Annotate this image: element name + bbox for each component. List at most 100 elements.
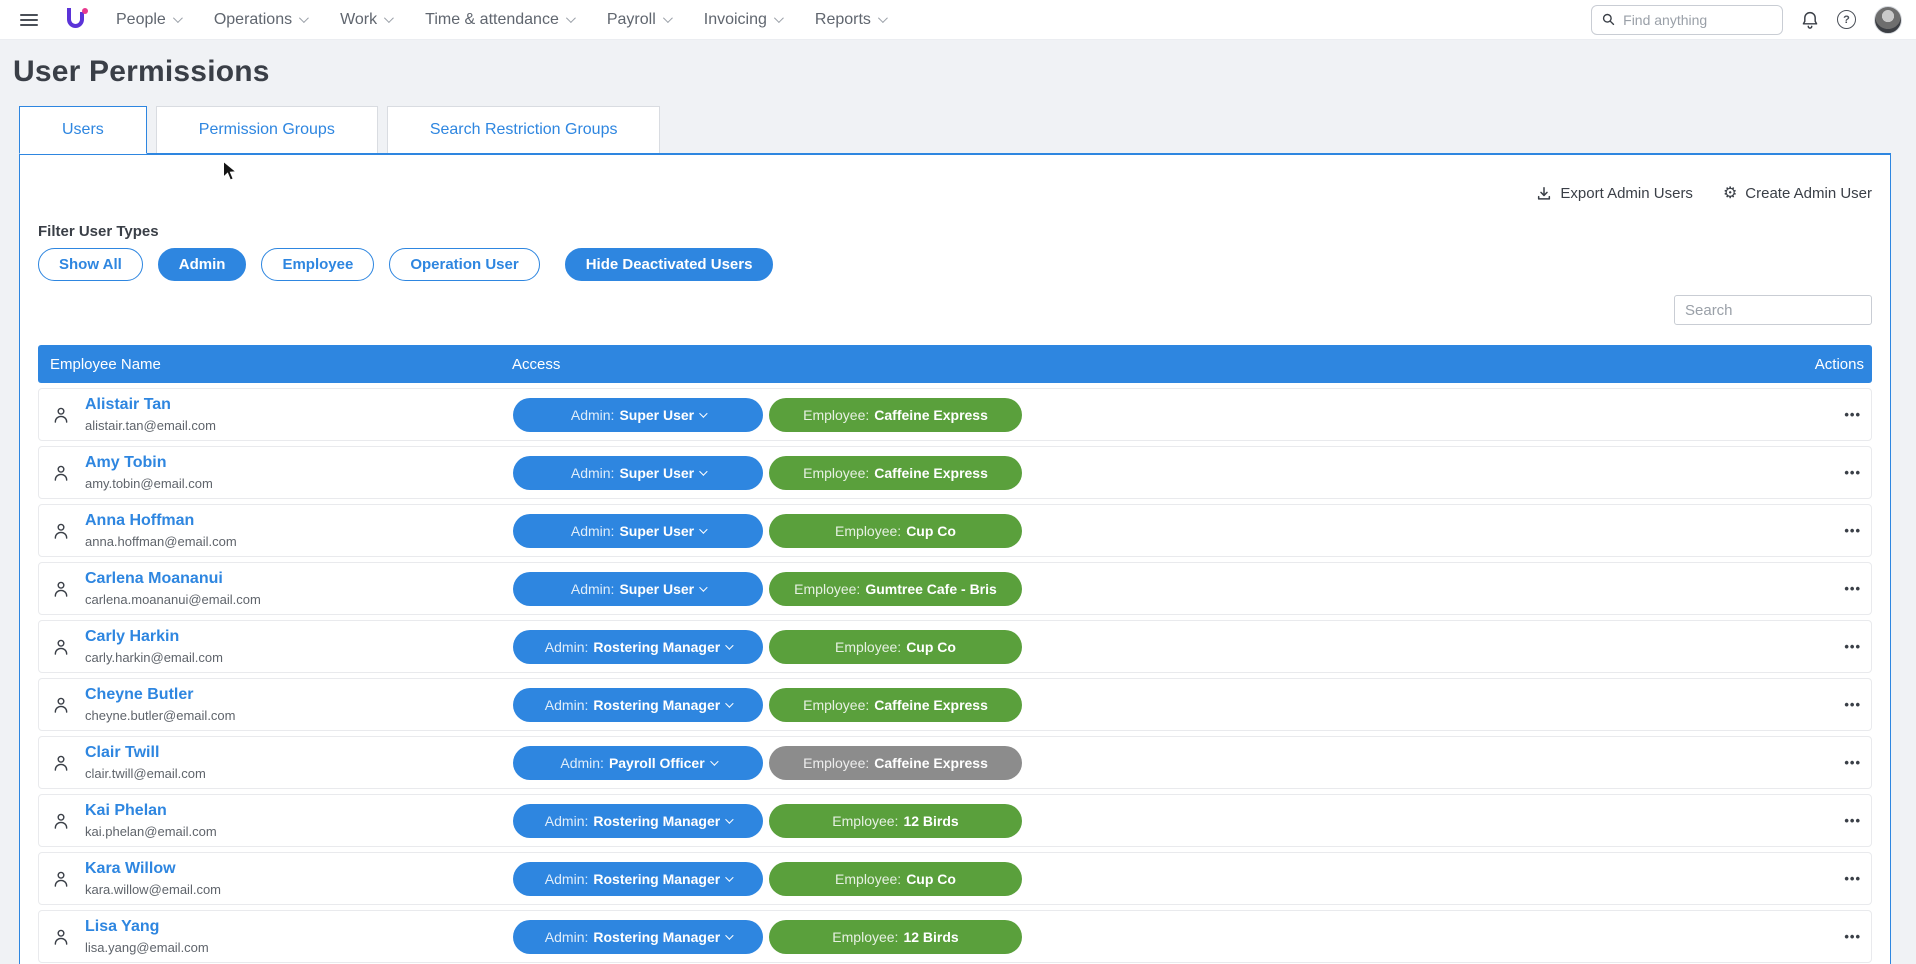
- employee-name-link[interactable]: Kai Phelan: [85, 801, 513, 821]
- help-icon: ?: [1837, 10, 1856, 29]
- admin-access-badge[interactable]: Admin: Super User: [513, 456, 763, 490]
- user-icon: [51, 637, 71, 657]
- menu-icon[interactable]: [20, 14, 38, 26]
- admin-access-badge[interactable]: Admin: Super User: [513, 514, 763, 548]
- admin-access-badge[interactable]: Admin: Payroll Officer: [513, 746, 763, 780]
- user-icon: [51, 869, 71, 889]
- row-actions-button[interactable]: •••: [1844, 407, 1861, 422]
- filter-pill[interactable]: Employee: [261, 248, 374, 281]
- employee-badge[interactable]: Employee: Cup Co: [769, 862, 1022, 896]
- help-button[interactable]: ?: [1837, 10, 1856, 29]
- chevron-down-icon: [299, 13, 309, 23]
- employee-name-link[interactable]: Clair Twill: [85, 743, 513, 763]
- nav-menu-item[interactable]: Invoicing: [704, 11, 781, 29]
- employee-prefix: Employee:: [803, 465, 869, 481]
- gear-icon: ⚙: [1723, 186, 1737, 202]
- chevron-down-icon: [699, 583, 707, 591]
- filter-pill[interactable]: Show All: [38, 248, 143, 281]
- row-actions-button[interactable]: •••: [1844, 813, 1861, 828]
- employee-badge[interactable]: Employee: 12 Birds: [769, 804, 1022, 838]
- table-row: Clair Twill clair.twill@email.com Admin:…: [38, 736, 1872, 789]
- table-row: Cheyne Butler cheyne.butler@email.com Ad…: [38, 678, 1872, 731]
- employee-email: lisa.yang@email.com: [85, 940, 513, 956]
- employee-name-link[interactable]: Alistair Tan: [85, 395, 513, 415]
- admin-access-badge[interactable]: Admin: Rostering Manager: [513, 920, 763, 954]
- row-actions-button[interactable]: •••: [1844, 697, 1861, 712]
- filter-user-types-label: Filter User Types: [38, 223, 1872, 240]
- chevron-down-icon: [878, 13, 888, 23]
- user-icon: [51, 811, 71, 831]
- global-search-input[interactable]: [1623, 12, 1772, 28]
- user-avatar[interactable]: [1874, 6, 1902, 34]
- chevron-down-icon: [725, 815, 733, 823]
- notifications-button[interactable]: [1801, 10, 1819, 29]
- employee-name-link[interactable]: Kara Willow: [85, 859, 513, 879]
- employee-badge[interactable]: Employee: Cup Co: [769, 514, 1022, 548]
- employee-name-link[interactable]: Anna Hoffman: [85, 511, 513, 531]
- tab-users[interactable]: Users: [19, 106, 147, 154]
- filter-pill[interactable]: Operation User: [389, 248, 539, 281]
- admin-access-badge[interactable]: Admin: Rostering Manager: [513, 804, 763, 838]
- employee-name-link[interactable]: Carlena Moananui: [85, 569, 513, 589]
- admin-prefix: Admin:: [571, 523, 615, 539]
- row-actions-button[interactable]: •••: [1844, 581, 1861, 596]
- employee-name-link[interactable]: Cheyne Butler: [85, 685, 513, 705]
- admin-access-badge[interactable]: Admin: Super User: [513, 572, 763, 606]
- employee-badge[interactable]: Employee: Caffeine Express: [769, 746, 1022, 780]
- admin-access-badge[interactable]: Admin: Rostering Manager: [513, 688, 763, 722]
- row-actions-button[interactable]: •••: [1844, 639, 1861, 654]
- ellipsis-icon: •••: [1844, 813, 1861, 828]
- filter-pill[interactable]: Hide Deactivated Users: [565, 248, 774, 281]
- user-icon: [51, 521, 71, 541]
- ellipsis-icon: •••: [1844, 465, 1861, 480]
- app-logo[interactable]: [64, 7, 90, 33]
- nav-menu-item[interactable]: Operations: [214, 11, 306, 29]
- export-admin-users-button[interactable]: Export Admin Users: [1536, 185, 1693, 202]
- employee-badge[interactable]: Employee: 12 Birds: [769, 920, 1022, 954]
- nav-menu-item[interactable]: Payroll: [607, 11, 670, 29]
- employee-badge[interactable]: Employee: Caffeine Express: [769, 456, 1022, 490]
- tab-search-restriction-groups[interactable]: Search Restriction Groups: [387, 106, 661, 153]
- nav-menu-item[interactable]: Reports: [815, 11, 885, 29]
- employee-badge[interactable]: Employee: Gumtree Cafe - Bris: [769, 572, 1022, 606]
- filter-pill[interactable]: Admin: [158, 248, 247, 281]
- employee-prefix: Employee:: [835, 871, 901, 887]
- row-actions-button[interactable]: •••: [1844, 523, 1861, 538]
- create-admin-user-button[interactable]: ⚙ Create Admin User: [1723, 185, 1872, 202]
- employee-name-link[interactable]: Carly Harkin: [85, 627, 513, 647]
- tab-bar: UsersPermission GroupsSearch Restriction…: [19, 106, 1916, 153]
- row-actions-button[interactable]: •••: [1844, 929, 1861, 944]
- column-employee-name: Employee Name: [50, 356, 512, 373]
- chevron-down-icon: [699, 467, 707, 475]
- admin-prefix: Admin:: [545, 813, 589, 829]
- ellipsis-icon: •••: [1844, 755, 1861, 770]
- row-actions-button[interactable]: •••: [1844, 755, 1861, 770]
- tab-permission-groups[interactable]: Permission Groups: [156, 106, 378, 153]
- admin-prefix: Admin:: [545, 697, 589, 713]
- ellipsis-icon: •••: [1844, 407, 1861, 422]
- table-row: Amy Tobin amy.tobin@email.com Admin: Sup…: [38, 446, 1872, 499]
- employee-email: carly.harkin@email.com: [85, 650, 513, 666]
- chevron-down-icon: [699, 525, 707, 533]
- row-actions-button[interactable]: •••: [1844, 871, 1861, 886]
- admin-prefix: Admin:: [560, 755, 604, 771]
- admin-prefix: Admin:: [571, 407, 615, 423]
- nav-menu-item[interactable]: People: [116, 11, 180, 29]
- nav-menu-item[interactable]: Time & attendance: [425, 11, 573, 29]
- admin-access-badge[interactable]: Admin: Super User: [513, 398, 763, 432]
- employee-badge[interactable]: Employee: Caffeine Express: [769, 398, 1022, 432]
- table-search-input[interactable]: [1674, 295, 1872, 325]
- main-nav: People Operations Work Time & attendance…: [116, 11, 885, 29]
- admin-prefix: Admin:: [545, 639, 589, 655]
- employee-email: carlena.moananui@email.com: [85, 592, 513, 608]
- admin-access-badge[interactable]: Admin: Rostering Manager: [513, 630, 763, 664]
- nav-menu-item[interactable]: Work: [340, 11, 391, 29]
- employee-badge[interactable]: Employee: Caffeine Express: [769, 688, 1022, 722]
- employee-badge[interactable]: Employee: Cup Co: [769, 630, 1022, 664]
- employee-name-link[interactable]: Lisa Yang: [85, 917, 513, 937]
- row-actions-button[interactable]: •••: [1844, 465, 1861, 480]
- global-search[interactable]: [1591, 5, 1783, 35]
- admin-prefix: Admin:: [571, 581, 615, 597]
- employee-name-link[interactable]: Amy Tobin: [85, 453, 513, 473]
- admin-access-badge[interactable]: Admin: Rostering Manager: [513, 862, 763, 896]
